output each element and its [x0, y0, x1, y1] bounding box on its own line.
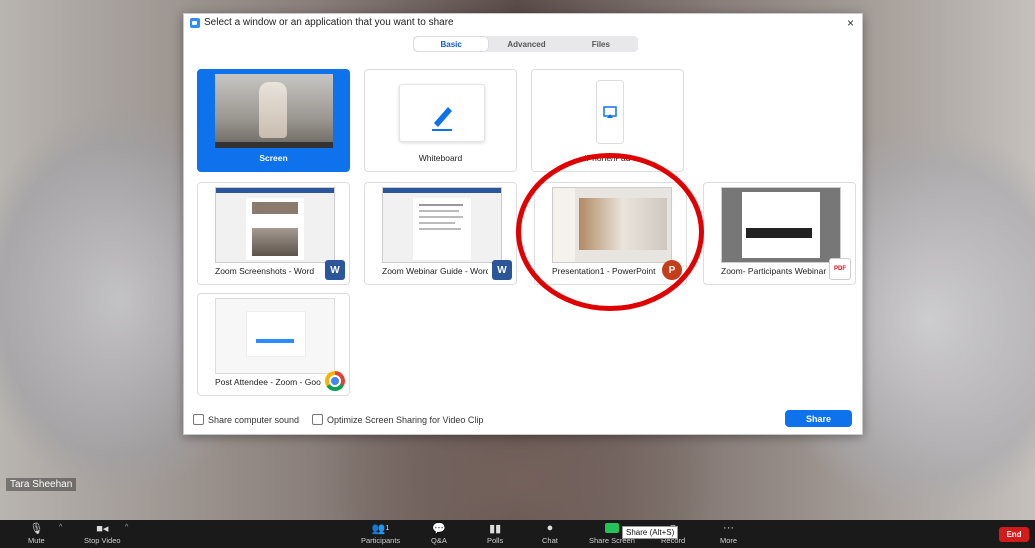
tab-files[interactable]: Files	[564, 36, 638, 52]
chrome-thumbnail	[215, 298, 335, 374]
polls-label: Polls	[487, 536, 504, 545]
powerpoint-icon: P	[662, 260, 682, 280]
optimize-label: Optimize Screen Sharing for Video Clip	[327, 414, 484, 425]
microphone-icon: 🎙	[29, 522, 44, 535]
share-tile-word-webinar[interactable]: Zoom Webinar Guide - Word W	[364, 182, 517, 285]
polls-button[interactable]: ▮▮ Polls	[487, 520, 503, 548]
iphone-thumbnail	[596, 80, 624, 144]
pdf-icon: PDF	[829, 258, 851, 280]
tile-label: Zoom Screenshots - Word	[215, 266, 315, 276]
qa-icon: 💬	[432, 522, 446, 535]
optimize-option[interactable]: Optimize Screen Sharing for Video Clip	[312, 414, 483, 425]
end-button[interactable]: End	[999, 527, 1029, 542]
more-button[interactable]: ··· More	[720, 520, 737, 548]
share-screen-icon	[604, 520, 619, 536]
share-tile-iphone[interactable]: iPhone/iPad	[531, 69, 684, 172]
more-label: More	[720, 536, 738, 545]
chat-icon: ●	[546, 522, 554, 534]
word-thumbnail	[215, 187, 335, 263]
stop-video-button[interactable]: ■◂ Stop Video	[84, 520, 121, 548]
chat-label: Chat	[542, 536, 558, 545]
share-dialog: Select a window or an application that y…	[183, 13, 863, 435]
participants-button[interactable]: 👥 1 Participants	[361, 520, 400, 548]
share-tile-pdf[interactable]: Zoom- Participants Webinar Instr... PDF	[703, 182, 856, 285]
zoom-logo-icon	[190, 17, 200, 28]
dialog-title: Select a window or an application that y…	[190, 17, 454, 28]
qa-label: Q&A	[431, 536, 447, 545]
share-tile-screen[interactable]: Screen	[197, 69, 350, 172]
stop-video-label: Stop Video	[84, 536, 121, 545]
qa-button[interactable]: 💬 Q&A	[431, 520, 447, 548]
polls-icon: ▮▮	[489, 522, 502, 535]
tile-label: iPhone/iPad	[584, 153, 631, 163]
word-thumbnail	[382, 187, 502, 263]
share-tile-chrome[interactable]: Post Attendee - Zoom - Google ...	[197, 293, 350, 396]
mute-label: Mute	[28, 536, 45, 545]
chrome-icon	[325, 371, 345, 391]
tile-label: Zoom Webinar Guide - Word	[382, 266, 488, 276]
share-sound-checkbox[interactable]	[193, 414, 204, 425]
more-icon: ···	[723, 522, 735, 534]
participants-count: 1	[385, 524, 390, 532]
mute-button[interactable]: 🎙 Mute	[28, 520, 45, 548]
participants-icon: 👥 1	[371, 522, 390, 535]
optimize-checkbox[interactable]	[312, 414, 323, 425]
tile-label: Presentation1 - PowerPoint	[552, 266, 656, 276]
dialog-title-text: Select a window or an application that y…	[204, 17, 454, 28]
tile-label: Screen	[259, 153, 288, 163]
chat-button[interactable]: ● Chat	[542, 520, 558, 548]
video-camera-icon: ■◂	[96, 522, 109, 535]
share-sound-label: Share computer sound	[208, 414, 300, 425]
tile-label: Post Attendee - Zoom - Google ...	[215, 377, 321, 387]
participants-label: Participants	[361, 536, 401, 545]
share-tile-powerpoint[interactable]: Presentation1 - PowerPoint P	[534, 182, 687, 285]
close-icon[interactable]: ×	[847, 16, 854, 30]
powerpoint-thumbnail	[552, 187, 672, 263]
share-tooltip: Share (Alt+S)	[622, 526, 679, 539]
tab-basic[interactable]: Basic	[414, 37, 489, 51]
video-options-chevron-icon[interactable]: ^	[125, 524, 128, 531]
word-icon: W	[325, 260, 345, 280]
tab-advanced[interactable]: Advanced	[489, 36, 563, 52]
share-tile-word-screenshots[interactable]: Zoom Screenshots - Word W	[197, 182, 350, 285]
share-sound-option[interactable]: Share computer sound	[193, 414, 299, 425]
tile-label: Zoom- Participants Webinar Instr...	[721, 266, 827, 276]
whiteboard-thumbnail	[399, 84, 485, 142]
tile-label: Whiteboard	[418, 153, 463, 163]
share-button[interactable]: Share	[785, 410, 852, 427]
share-tile-whiteboard[interactable]: Whiteboard	[364, 69, 517, 172]
screen-thumbnail	[215, 74, 333, 148]
mute-options-chevron-icon[interactable]: ^	[59, 524, 62, 531]
pdf-thumbnail	[721, 187, 841, 263]
tab-bar: Basic Advanced Files	[413, 36, 638, 52]
pen-icon	[432, 107, 452, 131]
meeting-toolbar: 🎙 Mute ^ ■◂ Stop Video ^ 👥 1 Participants…	[0, 520, 1035, 548]
word-icon: W	[492, 260, 512, 280]
airplay-icon	[603, 106, 617, 118]
participant-name: Tara Sheehan	[6, 478, 77, 491]
